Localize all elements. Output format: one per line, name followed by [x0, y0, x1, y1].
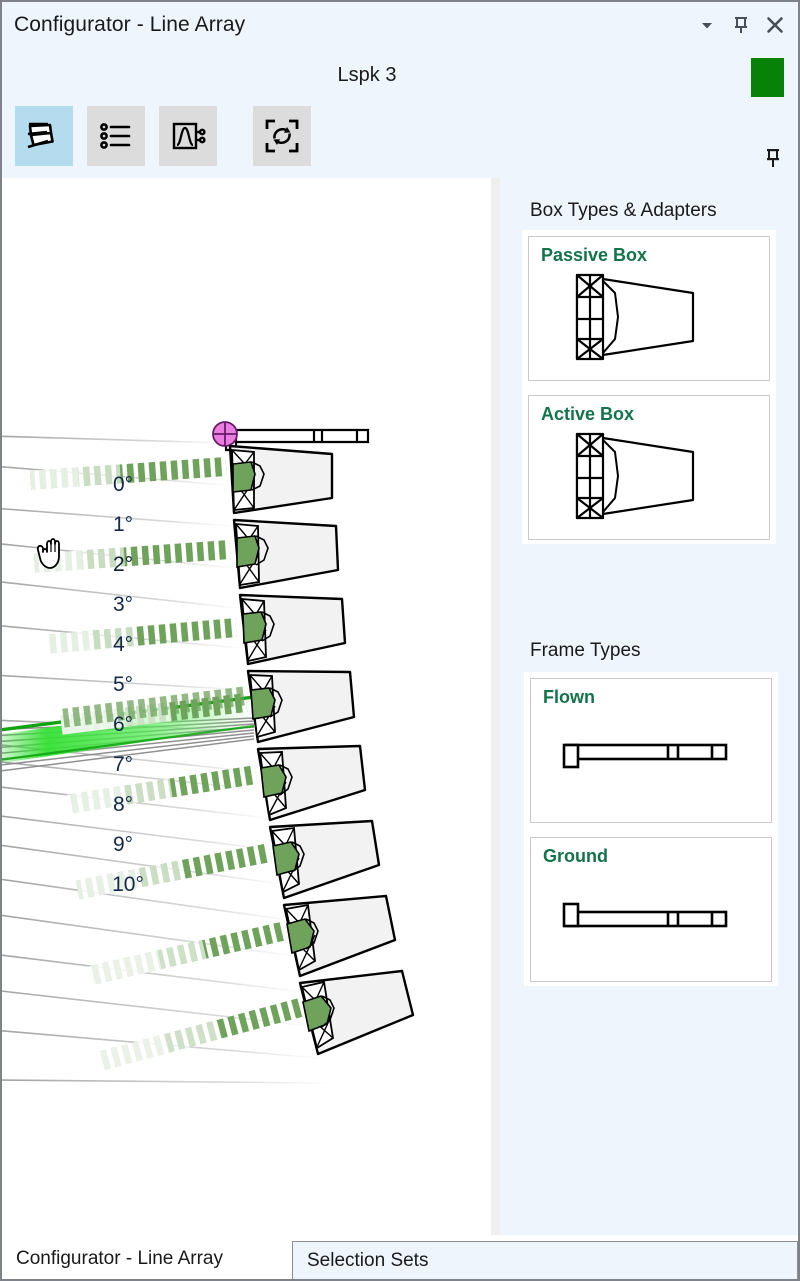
frame-types-card-group: Flown Ground: [524, 672, 778, 986]
cabinet[interactable]: [238, 593, 347, 666]
section-title-box-types: Box Types & Adapters: [530, 200, 717, 221]
toolbar-button-response-view[interactable]: [159, 106, 217, 166]
angle-label: 5°: [113, 673, 133, 696]
pin-icon[interactable]: [730, 14, 752, 36]
angle-label: 6°: [113, 713, 133, 736]
passive-box-icon: [529, 267, 771, 379]
close-icon[interactable]: [764, 14, 786, 36]
cabinet[interactable]: [298, 969, 415, 1056]
tab-configurator-line-array[interactable]: Configurator - Line Array: [2, 1237, 237, 1279]
configurator-window: Configurator - Line Array Lspk 3 0° 1° 2…: [0, 0, 800, 1281]
cabinet[interactable]: [268, 819, 381, 900]
list-icon: [100, 123, 131, 149]
angle-label: 4°: [113, 633, 133, 656]
cabinet[interactable]: [282, 894, 397, 978]
cabinet[interactable]: [228, 444, 334, 515]
response-curve-icon: [172, 122, 206, 150]
card-label: Flown: [543, 687, 595, 707]
window-title: Configurator - Line Array: [14, 13, 246, 36]
cabinet[interactable]: [246, 669, 356, 744]
angle-label: 0°: [113, 473, 133, 496]
card-active-box[interactable]: Active Box: [528, 395, 770, 540]
window-controls: [696, 14, 798, 36]
card-flown-frame[interactable]: Flown: [530, 678, 772, 823]
pin-icon[interactable]: [764, 147, 782, 169]
bottom-tab-bar: Configurator - Line Array Selection Sets: [2, 1235, 798, 1279]
card-label: Passive Box: [541, 245, 648, 265]
angle-label: 3°: [113, 593, 133, 616]
cabinet[interactable]: [232, 518, 340, 590]
line-array-icon: [27, 122, 54, 149]
angle-label: 1°: [113, 513, 133, 536]
loudspeaker-name: Lspk 3: [337, 63, 397, 86]
flown-frame-icon: [531, 709, 773, 821]
card-passive-box[interactable]: Passive Box: [528, 236, 770, 381]
tab-selection-sets[interactable]: Selection Sets: [292, 1241, 798, 1279]
card-ground-frame[interactable]: Ground: [530, 837, 772, 982]
angle-label: 10°: [112, 873, 144, 896]
card-label: Ground: [543, 846, 608, 866]
toolbar-button-array-view[interactable]: [15, 106, 73, 166]
angle-label: 9°: [113, 833, 133, 856]
ground-frame-icon: [531, 868, 773, 980]
toolbar-button-list-view[interactable]: [87, 106, 145, 166]
angle-label: 7°: [113, 753, 133, 776]
angle-label: 8°: [113, 793, 133, 816]
title-bar: Configurator - Line Array: [2, 2, 798, 48]
sub-header: Lspk 3: [2, 48, 798, 102]
cabinet-stack[interactable]: [228, 444, 415, 1056]
active-box-icon: [529, 426, 771, 538]
section-title-frame-types: Frame Types: [530, 640, 641, 661]
card-label: Active Box: [541, 404, 635, 424]
viewport-scrollbar[interactable]: [491, 178, 500, 1235]
line-array-scene[interactable]: 0° 1° 2° 3° 4° 5° 6° 7° 8° 9° 10°: [2, 178, 491, 1235]
cabinet[interactable]: [256, 744, 367, 822]
view-toolbar: [2, 102, 798, 178]
pickup-point[interactable]: [212, 421, 238, 447]
box-types-card-group: Passive Box Active Box: [522, 230, 776, 544]
refresh-frame-icon: [265, 119, 299, 153]
array-viewport[interactable]: 0° 1° 2° 3° 4° 5° 6° 7° 8° 9° 10°: [2, 178, 491, 1235]
side-panel: Box Types & Adapters Passive Box Active …: [500, 178, 798, 1235]
chevron-down-icon[interactable]: [696, 14, 718, 36]
color-swatch[interactable]: [751, 58, 784, 97]
toolbar-button-refresh-view[interactable]: [253, 106, 311, 166]
angle-label-selected: 2°: [113, 553, 133, 576]
